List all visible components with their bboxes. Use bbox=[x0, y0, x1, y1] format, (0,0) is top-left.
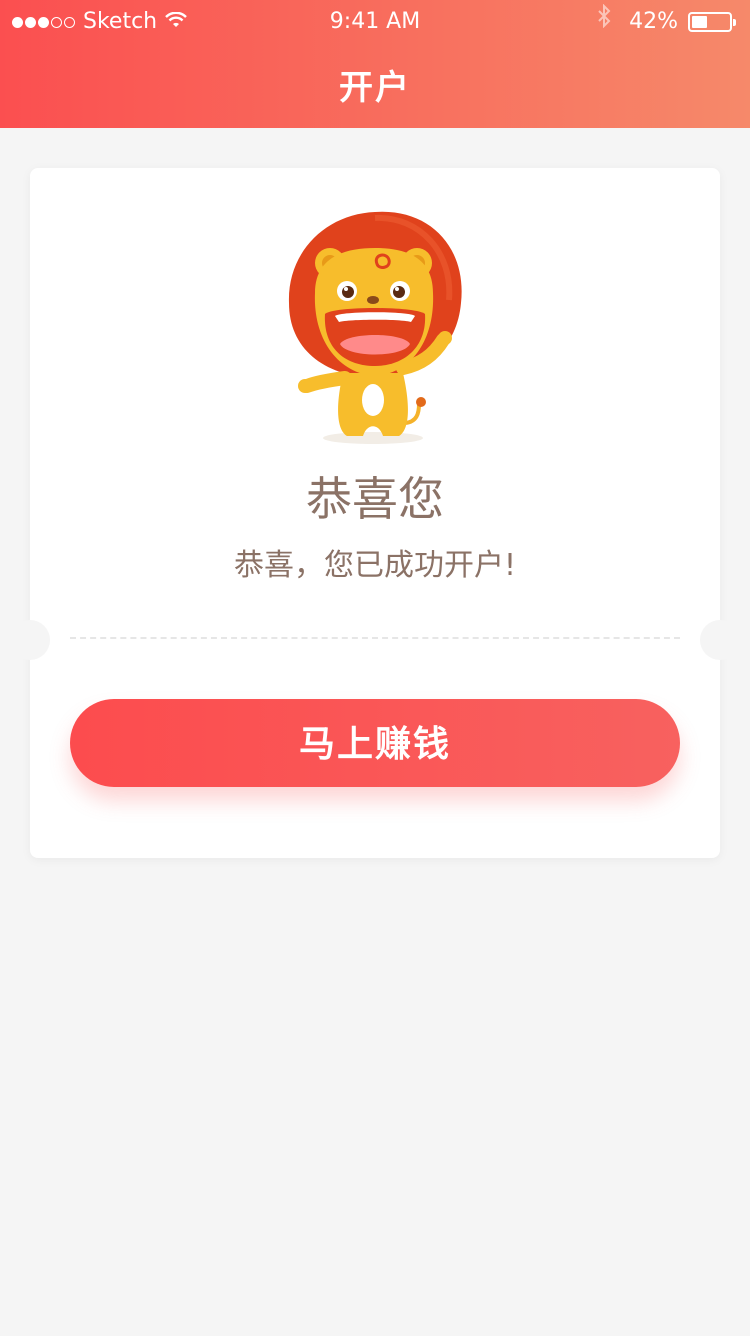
success-message: 恭喜，您已成功开户! bbox=[233, 548, 517, 583]
bluetooth-icon bbox=[597, 0, 611, 44]
success-card: 恭喜您 恭喜，您已成功开户! 马上赚钱 bbox=[10, 168, 740, 858]
battery-percentage: 42% bbox=[629, 9, 678, 34]
status-right: 42% bbox=[597, 0, 738, 44]
battery-fill bbox=[692, 16, 707, 28]
battery-icon bbox=[688, 12, 736, 32]
start-earning-button[interactable]: 马上赚钱 bbox=[70, 699, 680, 787]
congratulations-title: 恭喜您 bbox=[306, 472, 444, 526]
lion-mascot-illustration bbox=[285, 208, 465, 448]
app-header: Sketch 9:41 AM 42% 开户 bbox=[0, 0, 750, 128]
status-bar: Sketch 9:41 AM 42% bbox=[0, 0, 750, 44]
ticket-notch-right bbox=[700, 620, 740, 660]
page-title: 开户 bbox=[339, 68, 411, 108]
dashed-divider bbox=[70, 637, 680, 639]
ticket-notch-left bbox=[10, 620, 50, 660]
